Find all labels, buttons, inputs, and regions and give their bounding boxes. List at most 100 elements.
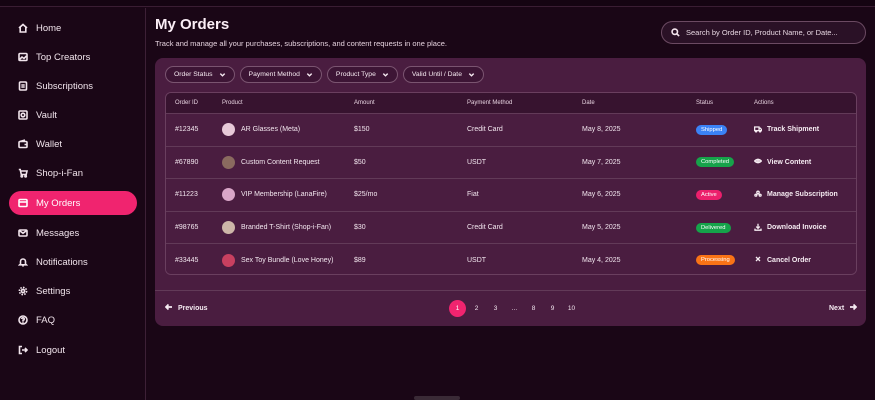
order-date: May 7, 2025 <box>582 158 621 166</box>
sidebar-item-logout[interactable]: Logout <box>9 338 137 362</box>
status-badge: Shipped <box>696 124 728 135</box>
sidebar-item-wallet[interactable]: Wallet <box>9 132 137 156</box>
bell-icon <box>16 256 29 269</box>
payment-method: Credit Card <box>467 224 503 232</box>
filter-label: Valid Until / Date <box>411 71 462 78</box>
amount: $150 <box>354 126 370 134</box>
action-label: View Content <box>767 158 812 166</box>
row-action-button[interactable]: View Content <box>753 157 812 167</box>
action-label: Cancel Order <box>767 256 811 264</box>
sidebar-item-home[interactable]: Home <box>9 16 137 40</box>
home-icon <box>16 22 29 35</box>
pagination: 1 2 3... 8 9 10 <box>449 300 580 317</box>
sidebar-item-label: Settings <box>36 285 71 297</box>
arrow-left-icon <box>164 303 173 313</box>
status-badge: Completed <box>696 157 735 168</box>
order-id: #12345 <box>175 126 199 134</box>
sidebar-item-top-creators[interactable]: Top Creators <box>9 45 137 69</box>
column-header: Order ID <box>175 100 199 106</box>
payment-method: Fiat <box>467 191 479 199</box>
next-label: Next <box>829 304 845 312</box>
sidebar-item-my-orders[interactable]: My Orders <box>9 191 137 215</box>
search-icon <box>671 24 680 42</box>
filter-label: Product Type <box>335 71 376 78</box>
filter-order-status[interactable]: Order Status <box>165 66 235 83</box>
arrow-right-icon <box>849 303 858 313</box>
filter-label: Order Status <box>174 71 213 78</box>
column-header: Product <box>222 100 243 106</box>
filter-valid-until-date[interactable]: Valid Until / Date <box>402 66 484 83</box>
image-icon <box>16 51 29 64</box>
order-id: #33445 <box>175 256 199 264</box>
wallet-icon <box>16 138 29 151</box>
status-badge-cell: Processing <box>696 255 735 266</box>
product-thumbnail <box>222 188 235 202</box>
sidebar-item-subscriptions[interactable]: Subscriptions <box>9 74 137 98</box>
product-thumbnail <box>222 221 235 235</box>
page-button[interactable]: 2 <box>468 300 485 317</box>
logout-icon <box>16 344 29 357</box>
download-icon <box>754 223 767 233</box>
sidebar-item-label: Home <box>36 22 62 34</box>
filter-payment-method[interactable]: Payment Method <box>239 66 322 83</box>
sidebar-item-label: Subscriptions <box>36 80 94 92</box>
action-label: Track Shipment <box>767 126 820 134</box>
product-thumbnail <box>222 123 235 137</box>
action-label: Download Invoice <box>767 224 827 232</box>
sidebar-item-shop-i-fan[interactable]: Shop-i-Fan <box>9 161 137 185</box>
chevron-down-icon <box>468 71 475 78</box>
question-icon <box>16 314 29 327</box>
product-name: AR Glasses (Meta) <box>241 126 301 134</box>
order-id: #67890 <box>175 158 199 166</box>
row-action-button[interactable]: Download Invoice <box>754 223 827 233</box>
vault-icon <box>16 109 29 122</box>
chevron-down-icon <box>382 71 389 78</box>
table-header: Order ID Product Amount Payment Method D… <box>166 93 856 113</box>
column-header: Payment Method <box>467 100 513 106</box>
sidebar-item-vault[interactable]: Vault <box>9 103 137 127</box>
payment-method: USDT <box>467 256 487 264</box>
row-action-button[interactable]: Cancel Order <box>754 255 811 265</box>
page-button[interactable]: 8 <box>525 300 542 317</box>
product-name: VIP Membership (LanaFire) <box>241 191 327 199</box>
search-input[interactable] <box>686 28 865 37</box>
product-cell: Sex Toy Bundle (Love Honey) <box>222 253 334 267</box>
status-badge-cell: Completed <box>696 157 735 168</box>
orders-table: Order ID Product Amount Payment Method D… <box>165 92 857 275</box>
sidebar-item-faq[interactable]: FAQ <box>9 308 137 332</box>
gear-icon <box>16 285 29 298</box>
column-header: Status <box>696 100 714 106</box>
chevron-down-icon <box>219 71 226 78</box>
product-thumbnail <box>222 155 235 169</box>
previous-button[interactable]: Previous <box>164 303 208 313</box>
page-button[interactable]: 3 <box>487 300 504 317</box>
product-name: Sex Toy Bundle (Love Honey) <box>241 256 334 264</box>
page-button[interactable]: 10 <box>563 300 580 317</box>
sidebar-item-settings[interactable]: Settings <box>9 279 137 303</box>
page-button[interactable]: 9 <box>544 300 561 317</box>
subscriptions-icon <box>16 80 29 93</box>
page-button[interactable]: 1 <box>449 300 466 317</box>
order-date: May 6, 2025 <box>582 191 621 199</box>
pagination-ellipsis: ... <box>511 305 518 312</box>
row-action-button[interactable]: Manage Subscription <box>754 190 838 200</box>
main-content: My Orders Track and manage all your purc… <box>147 8 875 400</box>
sidebar-item-label: Messages <box>36 227 80 239</box>
sidebar-item-messages[interactable]: Messages <box>9 221 137 245</box>
sidebar-item-label: FAQ <box>36 314 56 326</box>
product-cell: Branded T-Shirt (Shop-i-Fan) <box>222 221 331 235</box>
filter-product-type[interactable]: Product Type <box>326 66 398 83</box>
sidebar: Home Top Creators Subscriptions Vault Wa… <box>0 8 146 400</box>
sidebar-item-label: My Orders <box>36 197 81 209</box>
order-id: #98765 <box>175 224 199 232</box>
search-box[interactable] <box>661 21 866 44</box>
column-header: Amount <box>354 100 375 106</box>
sidebar-item-label: Vault <box>36 109 57 121</box>
table-row: #98765 Branded T-Shirt (Shop-i-Fan) $30 … <box>166 210 856 244</box>
truck-icon <box>754 125 767 135</box>
next-button[interactable]: Next <box>829 303 858 313</box>
sidebar-item-notifications[interactable]: Notifications <box>9 250 137 274</box>
column-header: Actions <box>754 100 774 106</box>
row-action-button[interactable]: Track Shipment <box>754 125 819 135</box>
product-name: Custom Content Request <box>241 158 320 166</box>
